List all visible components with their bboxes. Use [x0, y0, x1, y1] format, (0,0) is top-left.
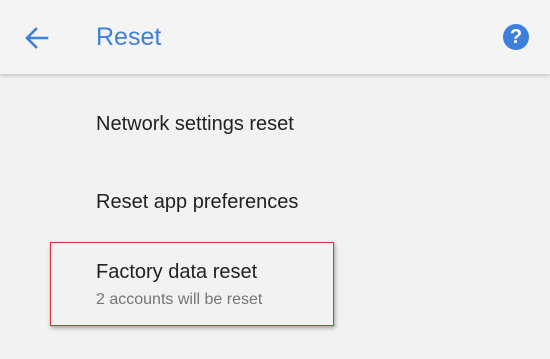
list-item-network-settings-reset[interactable]: Network settings reset	[96, 112, 294, 136]
app-bar: Reset ?	[0, 0, 550, 74]
help-button[interactable]: ?	[503, 24, 529, 50]
back-button[interactable]	[22, 23, 52, 53]
list-item-subtitle: 2 accounts will be reset	[96, 291, 263, 308]
list-item-title: Factory data reset	[96, 261, 258, 283]
list-item-title: Network settings reset	[96, 113, 294, 135]
list-item-factory-data-reset[interactable]: Factory data reset 2 accounts will be re…	[96, 260, 262, 310]
arrow-back-icon	[25, 27, 49, 49]
help-circle-icon: ?	[509, 26, 523, 48]
list-item-title: Reset app preferences	[96, 191, 299, 213]
settings-list: Network settings reset Reset app prefere…	[0, 74, 550, 359]
list-item-reset-app-preferences[interactable]: Reset app preferences	[96, 190, 298, 214]
page-title: Reset	[96, 23, 162, 51]
